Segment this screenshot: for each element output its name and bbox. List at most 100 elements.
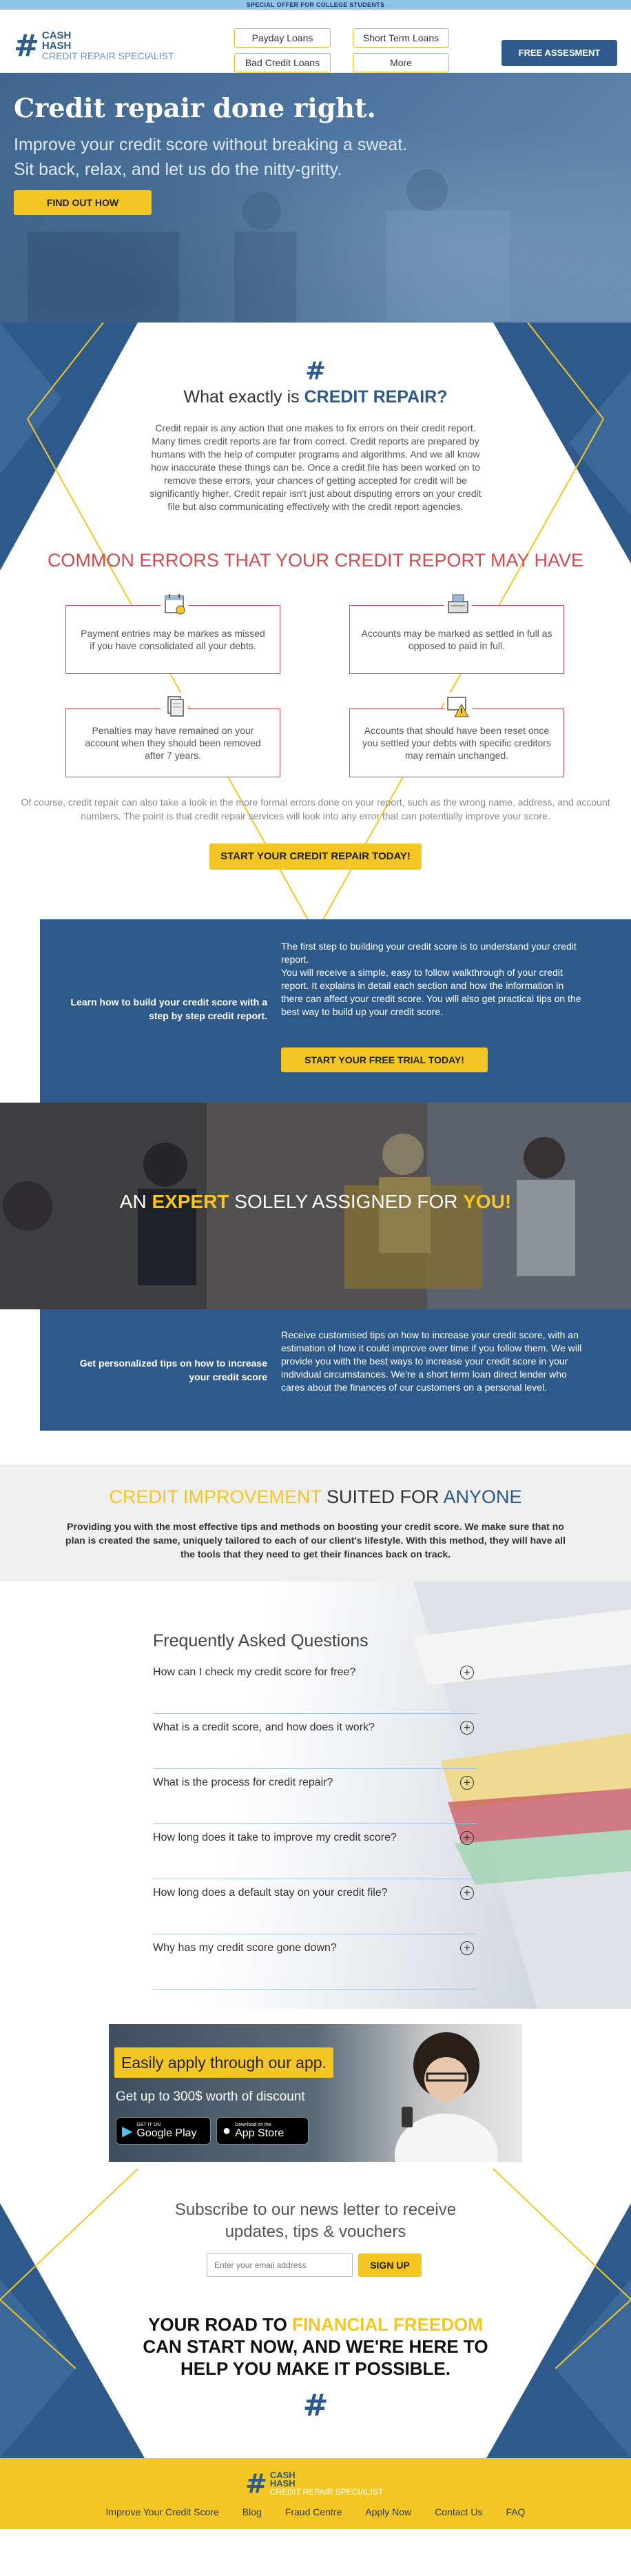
learn-text-1: The first step to building your credit s… [281,941,577,965]
footer-logo-tagline: CREDIT REPAIR SPECIALIST [269,2486,384,2497]
faq-title: Frequently Asked Questions [153,1631,369,1650]
learn-text-2: You will receive a simple, easy to follo… [281,967,581,1017]
nav-payday-loans[interactable]: Payday Loans [234,28,331,48]
faq-item-1[interactable]: How can I check my credit score for free… [153,1659,477,1714]
footer-logo[interactable]: # CASH HASH CREDIT REPAIR SPECIALIST [245,2471,383,2497]
google-play-icon: ▶ [122,2123,133,2139]
faq-question: What is the process for credit repair? [153,1777,333,1788]
error-text-1: Payment entries may be markes as missed … [81,628,265,651]
road-line-2: CAN START NOW, AND WE'RE HERE TO [143,2336,488,2357]
expert-prefix: AN [119,1191,147,1212]
faq-section: Frequently Asked Questions How can I che… [0,1582,631,2009]
tips-box-heading: Get personalized tips on how to increase… [79,1358,267,1382]
hash-icon: # [304,357,327,385]
footer-link-blog[interactable]: Blog [242,2506,262,2517]
expert-heading: AN EXPERT SOLELY ASSIGNED FOR YOU! [0,1191,631,1213]
newsletter-line-1: Subscribe to our news letter to receive [174,2200,457,2219]
start-credit-repair-button[interactable]: START YOUR CREDIT REPAIR TODAY! [209,844,422,870]
credit-improvement-section: CREDIT IMPROVEMENT SUITED FOR ANYONE Pro… [0,1464,631,1582]
nav-short-term-loans[interactable]: Short Term Loans [353,28,449,48]
logo-line-2: HASH [41,40,72,52]
sign-up-button[interactable]: SIGN UP [358,2253,422,2277]
site-header: # CASH HASH CREDIT REPAIR SPECIALIST Pay… [0,10,631,73]
plus-circle-icon[interactable]: + [460,1721,474,1735]
improvement-heading: CREDIT IMPROVEMENT SUITED FOR ANYONE [0,1486,631,1508]
faq-item-3[interactable]: What is the process for credit repair? + [153,1769,477,1824]
improvement-middle: SUITED FOR [327,1486,439,1507]
newsletter-heading: Subscribe to our news letter to receive … [0,2199,631,2243]
top-announcement-bar: SPECIAL OFFER FOR COLLEGE STUDENTS [0,0,631,10]
learn-box-text: The first step to building your credit s… [281,940,584,1019]
documents-icon [161,693,188,720]
hero-subtitle-line-1: Improve your credit score without breaki… [14,135,408,154]
hero-title: Credit repair done right. [14,92,376,123]
app-promo-banner: Easily apply through our app. Get up to … [109,2024,522,2162]
hash-icon: # [302,2388,329,2423]
app-store-small: Download on the [235,2123,271,2127]
road-line-1a: YOUR ROAD TO [148,2314,287,2335]
common-errors-heading: COMMON ERRORS THAT YOUR CREDIT REPORT MA… [47,550,584,571]
app-store-button[interactable]: ● Download on the App Store [216,2117,309,2145]
apple-icon: ● [223,2123,231,2138]
find-out-how-button[interactable]: FIND OUT HOW [14,190,152,215]
nav-more[interactable]: More [353,53,449,72]
what-is-credit-repair-section: # What exactly is CREDIT REPAIR? Credit … [0,323,631,933]
cash-register-icon [444,590,472,617]
expert-highlight: EXPERT [152,1191,229,1212]
learn-credit-report-box: Learn how to build your credit score wit… [40,919,631,1104]
learn-box-heading: Learn how to build your credit score wit… [70,996,267,1021]
plus-circle-icon[interactable]: + [460,1831,474,1845]
error-text-4: Accounts that should have been reset onc… [362,725,551,761]
footer-link-contact-us[interactable]: Contact Us [435,2506,482,2517]
site-footer: # CASH HASH CREDIT REPAIR SPECIALIST Imp… [0,2458,631,2529]
app-discount-text: Get up to 300$ worth of discount [116,2089,305,2104]
faq-question: What is a credit score, and how does it … [153,1721,375,1733]
footer-link-faq[interactable]: FAQ [506,2506,525,2517]
faq-question: How long does it take to improve my cred… [153,1832,397,1843]
email-input[interactable]: Enter your email address [207,2253,353,2277]
site-logo[interactable]: # CASH HASH CREDIT REPAIR SPECIALIST [14,30,174,61]
logo-line-1: CASH [41,30,72,41]
heading-prefix: What exactly is [183,387,300,407]
free-assessment-button[interactable]: FREE ASSESMENT [501,40,617,66]
expert-you: YOU! [463,1191,512,1212]
hero-section: Credit repair done right. Improve your c… [0,73,631,323]
heading-highlight: CREDIT REPAIR? [304,387,448,407]
nav-bad-credit-loans[interactable]: Bad Credit Loans [234,53,331,72]
app-store-big: App Store [235,2127,285,2139]
plus-circle-icon[interactable]: + [460,1886,474,1900]
tips-box-text: Receive customised tips on how to increa… [281,1329,582,1393]
road-line-3: HELP YOU MAKE IT POSSIBLE. [180,2358,451,2379]
google-play-big: Google Play [136,2127,197,2139]
footer-link-fraud-centre[interactable]: Fraud Centre [285,2506,342,2517]
formal-errors-text: Of course, credit repair can also take a… [21,797,610,821]
plus-circle-icon[interactable]: + [460,1941,474,1955]
faq-item-5[interactable]: How long does a default stay on your cre… [153,1879,477,1934]
plus-circle-icon[interactable]: + [460,1666,474,1679]
google-play-small: GET IT ON [136,2123,161,2127]
faq-question: How long does a default stay on your cre… [153,1887,388,1899]
credit-repair-description: Credit repair is any action that one mak… [149,422,482,512]
newsletter-section: Subscribe to our news letter to receive … [0,2162,631,2458]
faq-item-2[interactable]: What is a credit score, and how does it … [153,1714,477,1769]
calendar-icon [161,590,188,617]
hash-logo-icon: # [14,28,39,63]
financial-freedom-heading: YOUR ROAD TO FINANCIAL FREEDOM CAN START… [0,2313,631,2380]
what-is-heading: What exactly is CREDIT REPAIR? [0,387,631,407]
footer-link-apply-now[interactable]: Apply Now [365,2506,411,2517]
footer-nav: Improve Your Credit Score Blog Fraud Cen… [0,2506,631,2517]
footer-link-improve-credit[interactable]: Improve Your Credit Score [106,2506,219,2517]
plus-circle-icon[interactable]: + [460,1776,474,1790]
start-free-trial-button[interactable]: START YOUR FREE TRIAL TODAY! [281,1047,488,1072]
error-text-3: Penalties may have remained on your acco… [85,725,261,761]
faq-item-6[interactable]: Why has my credit score gone down? + [153,1934,477,1990]
error-text-2: Accounts may be marked as settled in ful… [361,628,552,651]
faq-item-4[interactable]: How long does it take to improve my cred… [153,1824,477,1879]
app-tagline: Easily apply through our app. [114,2047,333,2078]
faq-question: Why has my credit score gone down? [153,1942,337,1954]
improvement-text: Providing you with the most effective ti… [65,1521,566,1560]
hero-subtitle: Improve your credit score without breaki… [14,132,407,182]
logo-tagline: CREDIT REPAIR SPECIALIST [41,50,174,61]
google-play-button[interactable]: ▶ GET IT ON Google Play [116,2117,211,2145]
hash-logo-icon: # [245,2468,267,2499]
